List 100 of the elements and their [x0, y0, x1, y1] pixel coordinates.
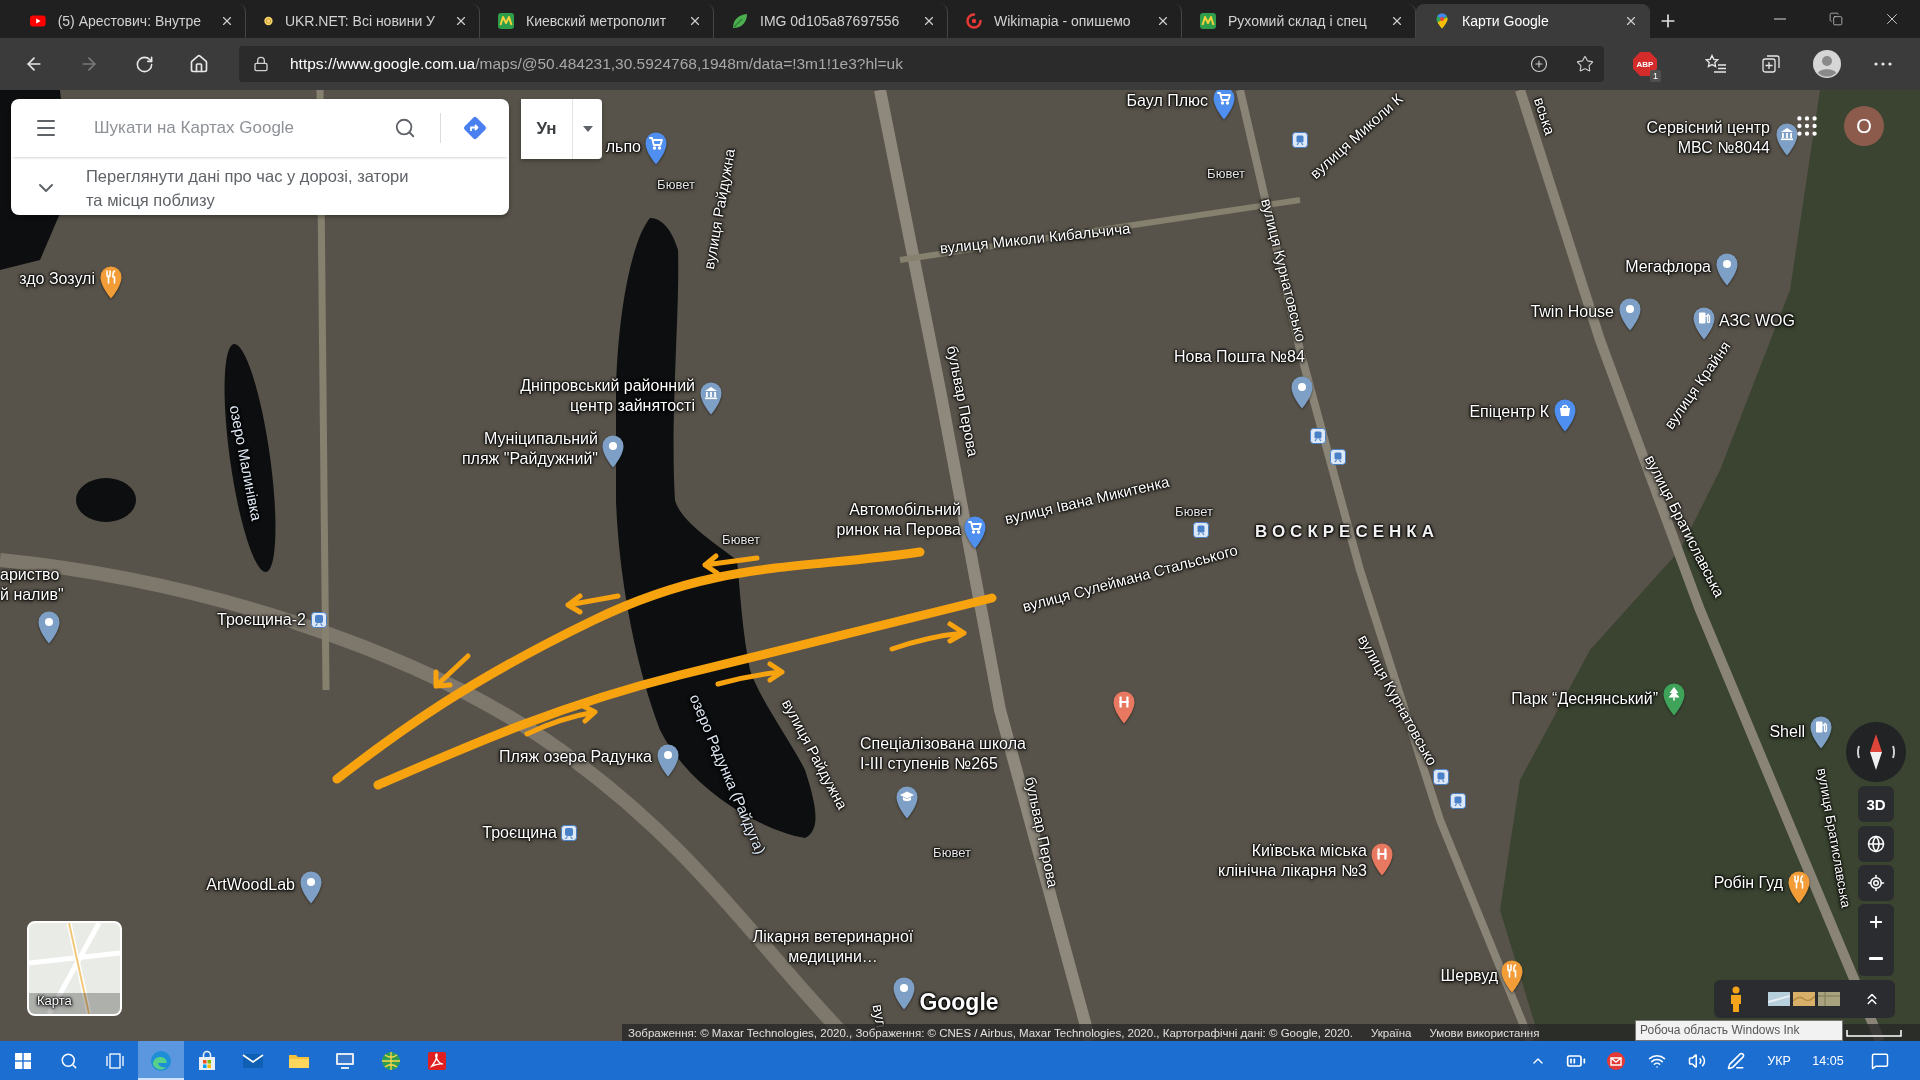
place-label[interactable]: Епіцентр К	[1469, 402, 1549, 422]
collections-icon	[1761, 54, 1781, 74]
place-label[interactable]: Робін Гуд	[1713, 873, 1783, 893]
satellite-map[interactable]	[0, 90, 1920, 1041]
tooltip: Робоча область Windows Ink	[1635, 1020, 1843, 1041]
marker-arrow	[433, 653, 471, 689]
place-label[interactable]: Пляж озера Радунка	[498, 747, 652, 767]
place-label[interactable]: ArtWoodLab	[206, 875, 295, 895]
tram-stop-icon[interactable]	[1310, 428, 1326, 444]
tram-stop-icon[interactable]	[1450, 793, 1466, 809]
place-label[interactable]: Мегафлора	[1625, 257, 1711, 277]
tram-stop-icon[interactable]	[1292, 132, 1308, 148]
map-pin-icon	[1434, 13, 1450, 29]
graduation-cap-pin-icon[interactable]	[894, 784, 920, 819]
fuel-pump-pin-icon[interactable]	[1808, 714, 1834, 749]
tilt-button[interactable]: 3D	[1858, 786, 1894, 822]
map-pin-icon[interactable]	[891, 975, 917, 1010]
avatar-icon	[1813, 50, 1841, 78]
hospital-pin-icon[interactable]	[1369, 841, 1395, 876]
building-pin-icon[interactable]	[1774, 121, 1800, 156]
place-label[interactable]: Автомобільний ринок на Перова	[836, 500, 961, 540]
place-label[interactable]: Лікарня ветеринарної медицини…	[752, 927, 914, 967]
leaf-icon	[732, 13, 748, 29]
swirl-logo-icon	[966, 13, 982, 29]
map-tile-icon[interactable]	[1768, 992, 1790, 1006]
circle-plus-icon	[1530, 55, 1548, 73]
bag-pin-icon[interactable]	[1552, 397, 1578, 432]
close-icon	[220, 14, 234, 28]
map-pin-icon[interactable]	[600, 433, 626, 468]
language-button[interactable]: Ун	[521, 99, 573, 159]
poi-label: Бювет	[1175, 503, 1213, 519]
play-logo-icon	[30, 13, 46, 29]
map-pin-icon[interactable]	[298, 869, 324, 904]
tram-stop-icon[interactable]	[1330, 449, 1346, 465]
building-pin-icon[interactable]	[698, 380, 724, 415]
fork-knife-pin-icon[interactable]	[1786, 869, 1812, 904]
star-list-icon	[1705, 54, 1727, 74]
minimize-icon	[1774, 18, 1786, 20]
map-pin-icon[interactable]	[655, 742, 681, 777]
address-field[interactable]: https://www.google.com.ua/maps/@50.484231,30.5924768,1948m/data=!3m1!1e3?hl=uk	[239, 46, 1604, 82]
logo-text: Google	[919, 988, 999, 1016]
terrain-tile-icon[interactable]	[1793, 992, 1815, 1006]
more-icon	[1874, 62, 1892, 66]
place-label[interactable]: Київська міська клінічна лікарня №3	[1217, 841, 1367, 881]
hospital-pin-icon[interactable]	[1111, 689, 1137, 724]
place-label[interactable]: Парк “Деснянський”	[1511, 689, 1658, 709]
place-label[interactable]: Shell	[1769, 722, 1805, 742]
map-pin-icon[interactable]	[1617, 296, 1643, 331]
fork-knife-pin-icon[interactable]	[98, 264, 124, 299]
place-label[interactable]: Муніципальний пляж "Райдужний"	[461, 429, 598, 469]
zigzag-logo-icon	[1200, 13, 1216, 29]
cart-pin-icon[interactable]	[643, 130, 669, 165]
train-station-icon[interactable]	[561, 825, 577, 841]
fuel-pump-pin-icon[interactable]	[1691, 305, 1717, 340]
region-link[interactable]: Україна	[1370, 1026, 1412, 1039]
place-label[interactable]: Шервуд	[1440, 966, 1498, 986]
place-label[interactable]: льпо	[605, 137, 641, 157]
traffic-hint-button[interactable]: Переглянути дані про час у дорозі, затори та місця поблизу	[11, 157, 509, 215]
cart-pin-icon[interactable]	[962, 514, 988, 549]
clock[interactable]: 14:05	[1802, 1041, 1854, 1080]
location-target-icon	[1867, 874, 1885, 892]
home-icon	[189, 54, 209, 74]
street-label: бульвар Перова	[943, 344, 983, 458]
place-label[interactable]: Нова Пошта №84	[1174, 347, 1305, 367]
station-label[interactable]: Троєщина-2	[217, 610, 306, 630]
place-label[interactable]: Twin House	[1530, 302, 1614, 322]
tree-pin-icon[interactable]	[1661, 681, 1687, 716]
marker-arrow	[565, 593, 621, 615]
place-label[interactable]: ариство й налив"	[0, 565, 64, 605]
satellite-tile-icon[interactable]	[1818, 992, 1840, 1006]
place-label[interactable]: Спеціалізована школа I-III ступенів №265	[860, 734, 1026, 774]
place-label[interactable]: Дніпровський районний центр зайнятості	[520, 376, 695, 416]
place-label[interactable]: АЗС WOG	[1719, 311, 1795, 331]
station-label[interactable]: Троєщина	[482, 823, 557, 843]
my-location-button[interactable]	[1858, 865, 1894, 901]
fork-knife-pin-icon[interactable]	[1499, 958, 1525, 993]
swirl-app-icon	[149, 1048, 173, 1073]
train-station-icon[interactable]	[311, 612, 327, 628]
tram-stop-icon[interactable]	[1193, 522, 1209, 538]
person-icon[interactable]	[1728, 986, 1744, 1012]
terms-link[interactable]: Умови використання	[1429, 1026, 1540, 1039]
place-label[interactable]: здо Зозулі	[19, 269, 95, 289]
language-indicator[interactable]: УКР	[1756, 1041, 1802, 1080]
globe-button[interactable]	[1858, 826, 1894, 862]
close-icon	[1156, 14, 1170, 28]
map-pin-icon[interactable]	[36, 609, 62, 644]
search-field[interactable]: Шукати на Картах Google	[92, 108, 387, 148]
place-label[interactable]: Сервісний центр МВС №8044	[1646, 118, 1770, 158]
place-label[interactable]: Баул Плюс	[1126, 91, 1208, 111]
caret-icon	[582, 126, 593, 132]
plus-icon	[1867, 913, 1885, 931]
map-pin-icon[interactable]	[1714, 251, 1740, 286]
map-pin-icon[interactable]	[1289, 374, 1315, 409]
street-label: вська	[1531, 95, 1559, 137]
poi-label: Бювет	[722, 531, 760, 547]
close-icon	[1624, 14, 1638, 28]
browser-tab[interactable]: Карти Google	[1416, 4, 1650, 38]
taskbar-app[interactable]	[138, 1041, 184, 1080]
tram-stop-icon[interactable]	[1433, 769, 1449, 785]
cart-pin-icon[interactable]	[1211, 90, 1237, 120]
